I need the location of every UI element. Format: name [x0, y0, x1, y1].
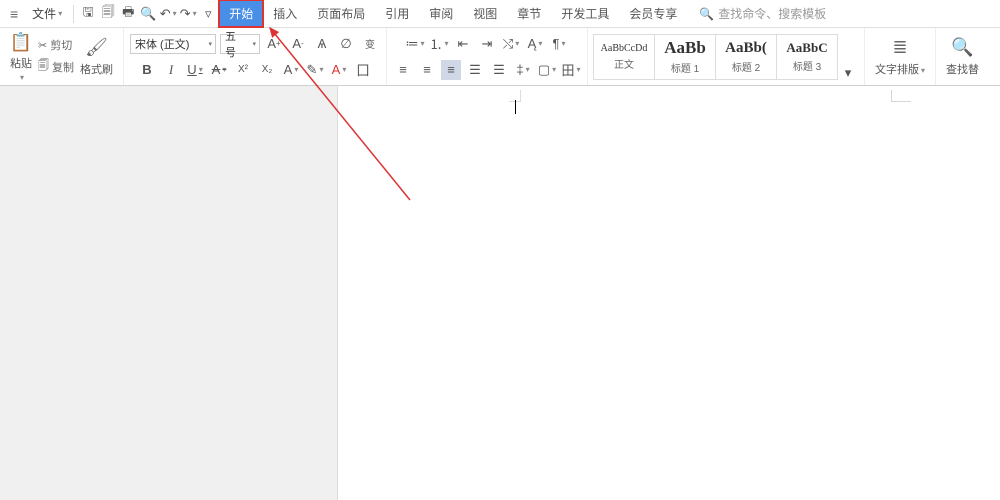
- find-replace-group: 🔍 查找替: [936, 28, 989, 85]
- tab-view[interactable]: 视图: [463, 0, 507, 27]
- cut-button[interactable]: ✂ 剪切: [36, 36, 76, 54]
- borders-button[interactable]: 田▾: [561, 60, 581, 80]
- redo-icon[interactable]: ↷▾: [179, 5, 197, 23]
- tab-references[interactable]: 引用: [375, 0, 419, 27]
- subscript-button[interactable]: X₂: [257, 60, 277, 80]
- style-heading3[interactable]: AaBbC 标题 3: [776, 34, 838, 80]
- sort-button[interactable]: Ą▾: [525, 34, 545, 54]
- magnifier-icon: 🔍: [952, 37, 974, 59]
- styles-more-button[interactable]: ▾: [838, 63, 858, 83]
- text-cursor: [515, 100, 516, 114]
- phonetic-button[interactable]: 变: [360, 34, 380, 54]
- tab-insert[interactable]: 插入: [263, 0, 307, 27]
- bold-button[interactable]: B: [137, 60, 157, 80]
- paste-icon: 📋: [10, 31, 32, 53]
- align-right-button[interactable]: ≡: [441, 60, 461, 80]
- change-case-button[interactable]: Ѧ: [312, 34, 332, 54]
- text-direction-button[interactable]: ⤭▾: [501, 34, 521, 54]
- qat-customize-icon[interactable]: ▿: [199, 5, 217, 23]
- style-heading1[interactable]: AaBb 标题 1: [654, 34, 716, 80]
- text-layout-button[interactable]: ≣ 文字排版▾: [871, 35, 929, 79]
- file-menu[interactable]: 文件 ▾: [26, 3, 68, 24]
- search-icon: 🔍: [699, 7, 714, 21]
- numbering-button[interactable]: ⒈▾: [429, 34, 449, 54]
- ribbon-tabs: 开始 插入 页面布局 引用 审阅 视图 章节 开发工具 会员专享: [219, 0, 687, 27]
- print-icon[interactable]: 🖶: [119, 5, 137, 23]
- brush-icon: 🖌: [86, 37, 108, 59]
- increase-indent-button[interactable]: ⇥: [477, 34, 497, 54]
- superscript-button[interactable]: X²: [233, 60, 253, 80]
- font-size-select[interactable]: 五号▾: [220, 34, 260, 54]
- copy-icon: 🗐: [38, 57, 49, 76]
- text-effects-button[interactable]: A▾: [281, 60, 301, 80]
- highlight-button[interactable]: ✎▾: [305, 60, 325, 80]
- divider: [73, 5, 74, 23]
- search-placeholder: 查找命令、搜索模板: [718, 5, 826, 22]
- tab-member[interactable]: 会员专享: [619, 0, 687, 27]
- paragraph-group: ≔▾ ⒈▾ ⇤ ⇥ ⤭▾ Ą▾ ¶▾ ≡ ≡ ≡ ☰ ☰ ‡▾ ▢▾ 田▾: [387, 28, 588, 85]
- align-justify-button[interactable]: ☰: [465, 60, 485, 80]
- text-layout-icon: ≣: [889, 37, 911, 59]
- clipboard-group: 📋 粘贴▾ ✂ 剪切 🗐 复制 🖌 格式刷: [0, 28, 124, 85]
- undo-icon[interactable]: ↶▾: [159, 5, 177, 23]
- app-menu-icon[interactable]: ≡: [4, 4, 24, 24]
- page-margin-marker-right: [891, 90, 911, 102]
- strikethrough-button[interactable]: A▾: [209, 60, 229, 80]
- paste-button[interactable]: 📋 粘贴▾: [6, 29, 36, 84]
- align-left-button[interactable]: ≡: [393, 60, 413, 80]
- document-area[interactable]: [338, 86, 1000, 500]
- workspace: [0, 86, 1000, 500]
- styles-group: AaBbCcDd 正文 AaBb 标题 1 AaBb( 标题 2 AaBbC 标…: [588, 28, 865, 85]
- style-normal[interactable]: AaBbCcDd 正文: [593, 34, 655, 80]
- shading-button[interactable]: ▢▾: [537, 60, 557, 80]
- menu-bar: ≡ 文件 ▾ 🖫 🗐 🖶 🔍 ↶▾ ↷▾ ▿ 开始 插入 页面布局 引用 审阅 …: [0, 0, 1000, 28]
- bullets-button[interactable]: ≔▾: [405, 34, 425, 54]
- text-layout-group: ≣ 文字排版▾: [865, 28, 936, 85]
- grow-font-button[interactable]: A+: [264, 34, 284, 54]
- tab-home[interactable]: 开始: [219, 0, 263, 27]
- align-center-button[interactable]: ≡: [417, 60, 437, 80]
- font-group: 宋体 (正文)▾ 五号▾ A+ A- Ѧ ∅ 变 B I U▾ A▾ X² X₂…: [124, 28, 387, 85]
- tab-review[interactable]: 审阅: [419, 0, 463, 27]
- tab-developer[interactable]: 开发工具: [551, 0, 619, 27]
- tab-sections[interactable]: 章节: [507, 0, 551, 27]
- chevron-down-icon: ▾: [58, 9, 62, 18]
- font-name-select[interactable]: 宋体 (正文)▾: [130, 34, 216, 54]
- char-shading-button[interactable]: 囗: [353, 60, 373, 80]
- clear-format-button[interactable]: ∅: [336, 34, 356, 54]
- shrink-font-button[interactable]: A-: [288, 34, 308, 54]
- styles-gallery: AaBbCcDd 正文 AaBb 标题 1 AaBb( 标题 2 AaBbC 标…: [594, 34, 838, 80]
- show-marks-button[interactable]: ¶▾: [549, 34, 569, 54]
- tab-page-layout[interactable]: 页面布局: [307, 0, 375, 27]
- save-icon[interactable]: 🖫: [79, 5, 97, 23]
- style-heading2[interactable]: AaBb( 标题 2: [715, 34, 777, 80]
- scissors-icon: ✂: [38, 39, 47, 52]
- copy-button[interactable]: 🗐 复制: [36, 56, 76, 77]
- format-painter-button[interactable]: 🖌 格式刷: [76, 35, 117, 79]
- document-page[interactable]: [409, 88, 929, 500]
- underline-button[interactable]: U▾: [185, 60, 205, 80]
- line-spacing-button[interactable]: ‡▾: [513, 60, 533, 80]
- find-replace-button[interactable]: 🔍 查找替: [942, 35, 983, 79]
- navigation-pane[interactable]: [0, 86, 338, 500]
- decrease-indent-button[interactable]: ⇤: [453, 34, 473, 54]
- file-menu-label: 文件: [32, 5, 56, 22]
- font-color-button[interactable]: A▾: [329, 60, 349, 80]
- print-preview-icon[interactable]: 🔍: [139, 5, 157, 23]
- ribbon: 📋 粘贴▾ ✂ 剪切 🗐 复制 🖌 格式刷 宋体 (正文)▾ 五号▾: [0, 28, 1000, 86]
- distribute-button[interactable]: ☰: [489, 60, 509, 80]
- command-search[interactable]: 🔍 查找命令、搜索模板: [699, 5, 826, 22]
- export-icon[interactable]: 🗐: [99, 5, 117, 23]
- italic-button[interactable]: I: [161, 60, 181, 80]
